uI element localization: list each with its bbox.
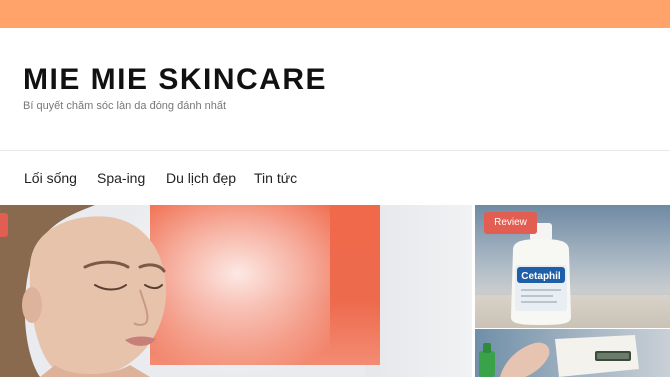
side-post-image-products[interactable] <box>475 329 670 377</box>
nav-item-loi-song[interactable]: Lối sống <box>24 170 77 186</box>
category-tag-stub[interactable] <box>0 213 8 237</box>
woman-face-illustration <box>0 205 167 377</box>
cetaphil-label: Cetaphil <box>521 271 561 282</box>
skincare-products-illustration <box>479 335 639 377</box>
top-bar <box>0 0 670 28</box>
nav-item-spa-ing[interactable]: Spa-ing <box>97 170 145 186</box>
hero-background <box>365 205 472 377</box>
site-header: MIE MIE SKINCARE Bí quyết chăm sóc làn d… <box>0 28 670 151</box>
site-title[interactable]: MIE MIE SKINCARE <box>23 63 327 97</box>
nav-item-du-lich-dep[interactable]: Du lịch đẹp <box>166 170 236 186</box>
main-nav: Lối sống Spa-ing Du lịch đẹp Tin tức <box>0 152 670 204</box>
review-badge[interactable]: Review <box>484 212 537 234</box>
featured-post-image[interactable] <box>0 205 472 377</box>
site-tagline: Bí quyết chăm sóc làn da đóng đánh nhất <box>23 100 227 112</box>
nav-item-tin-tuc[interactable]: Tin tức <box>254 170 297 186</box>
